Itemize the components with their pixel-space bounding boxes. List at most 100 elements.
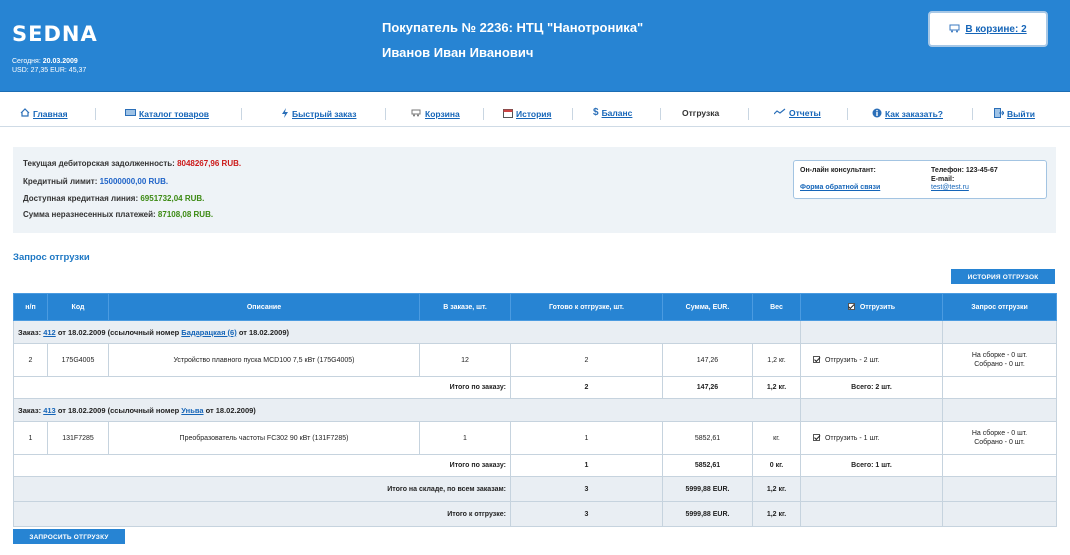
table-row: 1 131F7285 Преобразователь частоты FC302… <box>13 421 1057 455</box>
total-ready: 3 <box>510 501 663 527</box>
col-header-code: Код <box>47 293 109 321</box>
subtotal-sum: 147,26 <box>662 376 753 399</box>
nav-label[interactable]: Баланс <box>602 108 633 118</box>
total-empty <box>942 501 1057 527</box>
order-number-link[interactable]: 413 <box>43 406 56 415</box>
order-ref-link[interactable]: Бадарацкая (6) <box>181 328 236 337</box>
col-header-ship-label: Отгрузить <box>859 304 896 311</box>
currency-rates: USD: 27,35 EUR: 45,37 <box>12 67 87 74</box>
total-label: Итого на складе, по всем заказам: <box>13 476 511 502</box>
nav-item-home[interactable]: Главная <box>20 108 68 119</box>
request-assembled: Собрано - 0 шт. <box>974 361 1025 368</box>
account-info-panel: Текущая дебиторская задолженность: 80482… <box>13 147 1056 233</box>
cell-sum: 147,26 <box>662 343 753 377</box>
cell-code: 175G4005 <box>47 343 109 377</box>
col-header-ordered: В заказе, шт. <box>419 293 511 321</box>
ship-checkbox[interactable] <box>813 356 820 363</box>
total-weight: 1,2 кг. <box>752 476 801 502</box>
today-date: 20.03.2009 <box>42 58 78 65</box>
cell-sum: 5852,61 <box>662 421 753 455</box>
nav-divider <box>660 108 661 120</box>
today-label: Сегодня: <box>12 58 41 65</box>
total-empty <box>942 476 1057 502</box>
cell-weight: кг. <box>752 421 801 455</box>
total-sum: 5999,88 EUR. <box>662 501 753 527</box>
cell-request: На сборке - 0 шт. Собрано - 0 шт. <box>942 421 1057 455</box>
nav-item-how-to-order[interactable]: Как заказать? <box>872 108 943 120</box>
nav-item-quick-order[interactable]: Быстрый заказ <box>281 108 356 120</box>
nav-label[interactable]: Отчеты <box>789 108 821 118</box>
cell-ordered: 12 <box>419 343 511 377</box>
header: SEDNA Сегодня: 20.03.2009 USD: 27,35 EUR… <box>0 0 1070 92</box>
col-header-weight: Вес <box>752 293 801 321</box>
ship-all-checkbox[interactable] <box>847 303 855 310</box>
nav-item-shipment[interactable]: Отгрузка <box>679 108 719 118</box>
cell-description: Преобразователь частоты FC302 90 кВт (13… <box>108 421 420 455</box>
col-header-n: н/п <box>13 293 48 321</box>
nav-divider <box>748 108 749 120</box>
cell-request: На сборке - 0 шт. Собрано - 0 шт. <box>942 343 1057 377</box>
nav-divider <box>972 108 973 120</box>
credit-value: 15000000,00 RUB. <box>99 177 169 186</box>
ship-label: Отгрузить - 1 шт. <box>824 435 880 442</box>
consultant-email-link[interactable]: test@test.ru <box>931 184 969 191</box>
order-prefix: Заказ: <box>18 327 42 337</box>
nav-label[interactable]: Главная <box>33 109 68 119</box>
warehouse-total-row: Итого на складе, по всем заказам: 3 5999… <box>13 476 1057 502</box>
cart-box[interactable]: В корзине: 2 <box>928 11 1048 47</box>
cell-weight: 1,2 кг. <box>752 343 801 377</box>
order-subtotal-row: Итого по заказу: 1 5852,61 0 кг. Всего: … <box>13 454 1057 477</box>
cell-description: Устройство плавного пуска MCD100 7,5 кВт… <box>108 343 420 377</box>
nav-item-reports[interactable]: Отчеты <box>773 108 821 118</box>
nav-label[interactable]: Отгрузка <box>682 108 719 118</box>
total-ready: 3 <box>510 476 663 502</box>
shipment-history-button[interactable]: ИСТОРИЯ ОТГРУЗОК <box>951 269 1055 284</box>
feedback-link[interactable]: Форма обратной связи <box>800 184 880 191</box>
unassigned-label: Сумма неразнесенных платежей: <box>23 210 156 219</box>
cell-ship[interactable]: Отгрузить - 1 шт. <box>800 421 943 455</box>
consultant-email-wrap: test@test.ru <box>931 184 969 191</box>
order-number-link[interactable]: 412 <box>43 328 56 337</box>
nav-label[interactable]: История <box>516 109 551 119</box>
total-weight: 1,2 кг. <box>752 501 801 527</box>
subtotal-ready: 2 <box>510 376 663 399</box>
nav-divider <box>483 108 484 120</box>
cart-link[interactable]: В корзине: 2 <box>965 24 1026 35</box>
order-date: от 18.02.2009 (ссылочный номер <box>57 327 180 337</box>
nav-item-history[interactable]: История <box>503 108 551 120</box>
nav-item-catalog[interactable]: Каталог товаров <box>125 108 209 119</box>
nav-label[interactable]: Как заказать? <box>885 109 943 119</box>
nav-label[interactable]: Корзина <box>425 109 460 119</box>
col-header-request: Запрос отгрузки <box>942 293 1057 321</box>
subtotal-total: Всего: 2 шт. <box>800 376 943 399</box>
col-header-sum: Сумма, EUR. <box>662 293 753 321</box>
total-empty <box>800 476 943 502</box>
cell-n: 2 <box>13 343 48 377</box>
consultant-phone: Телефон: 123-45-67 <box>931 167 998 174</box>
subtotal-label: Итого по заказу: <box>13 376 511 399</box>
nav-label[interactable]: Выйти <box>1007 109 1035 119</box>
debt-value: 8048267,96 RUB. <box>177 159 242 168</box>
group-empty <box>942 320 1057 344</box>
chart-icon <box>773 108 786 118</box>
nav-label[interactable]: Каталог товаров <box>139 109 209 119</box>
ship-checkbox[interactable] <box>813 434 820 441</box>
order-ref-link[interactable]: Уньва <box>181 406 203 415</box>
request-shipment-button[interactable]: ЗАПРОСИТЬ ОТГРУЗКУ <box>13 529 125 544</box>
nav-item-cart[interactable]: Корзина <box>411 108 460 119</box>
order-title: Заказ: 413 от 18.02.2009 (ссылочный номе… <box>13 398 801 422</box>
group-empty <box>800 398 943 422</box>
main-nav: Главная Каталог товаров Быстрый заказ Ко… <box>0 102 1070 127</box>
home-icon <box>20 108 30 119</box>
order-prefix: Заказ: <box>18 405 42 415</box>
request-assembling: На сборке - 0 шт. <box>971 352 1028 359</box>
nav-label[interactable]: Быстрый заказ <box>292 109 356 119</box>
total-empty <box>800 501 943 527</box>
cell-ship[interactable]: Отгрузить - 2 шт. <box>800 343 943 377</box>
nav-item-balance[interactable]: $ Баланс <box>593 108 633 119</box>
unassigned-value: 87108,08 RUB. <box>157 210 214 219</box>
ship-label: Отгрузить - 2 шт. <box>824 357 880 364</box>
nav-item-logout[interactable]: Выйти <box>994 108 1035 120</box>
credit-label: Кредитный лимит: <box>23 177 98 186</box>
col-header-ship[interactable]: Отгрузить <box>800 293 943 321</box>
